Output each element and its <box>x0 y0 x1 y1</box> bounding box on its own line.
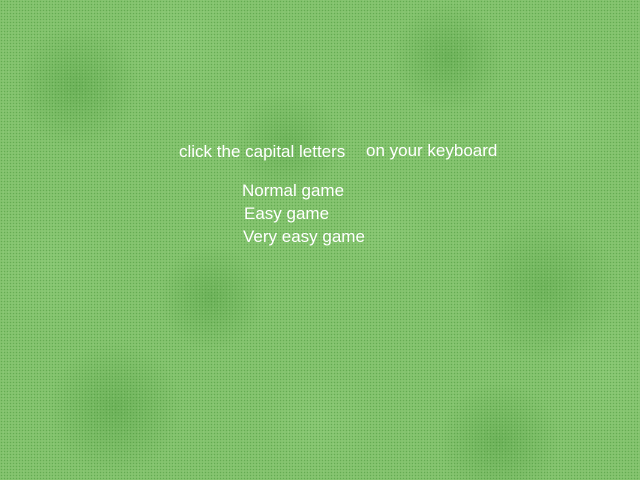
very-easy-game-option[interactable]: Very easy game <box>243 227 365 247</box>
normal-game-option[interactable]: Normal game <box>242 181 344 201</box>
easy-game-option[interactable]: Easy game <box>244 204 329 224</box>
instruction-text-part1: click the capital letters <box>179 142 346 161</box>
instruction-text-part2: on your keyboard <box>366 141 498 160</box>
game-screen: click the capital letters on your keyboa… <box>0 0 640 480</box>
